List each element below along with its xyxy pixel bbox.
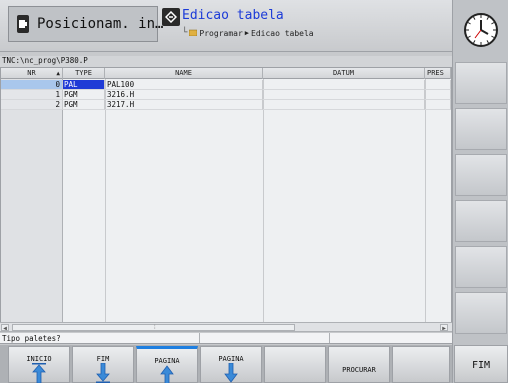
- clock-icon: [464, 13, 498, 47]
- cell-nr[interactable]: 0: [1, 80, 63, 90]
- fim-button-label: FIM: [471, 360, 491, 371]
- column-header-name[interactable]: NAME: [105, 68, 263, 79]
- cell-name[interactable]: 3217.H: [105, 100, 263, 110]
- softkey-label: PAGINA: [154, 357, 180, 365]
- prog-mode-tab[interactable]: Edicao tabela └ Programar ▶ Edicao tabel…: [162, 6, 450, 42]
- status-field: [330, 333, 452, 343]
- softkey-pagina-up[interactable]: PAGINA: [136, 346, 198, 383]
- program-mode-icon: [162, 8, 180, 26]
- grip-icon: ⁞: [153, 324, 157, 331]
- prog-mode-title: Edicao tabela: [182, 8, 284, 23]
- status-field: [200, 333, 330, 343]
- input-prompt: Tipo paletes?: [0, 333, 200, 343]
- cell-datum[interactable]: [263, 80, 425, 90]
- folder-icon: [189, 29, 198, 38]
- breadcrumb-item-programar[interactable]: Programar: [199, 29, 242, 38]
- scrollbar-thumb[interactable]: ⁞: [12, 324, 295, 331]
- cell-name[interactable]: PAL100: [105, 80, 263, 90]
- column-divider: [263, 79, 264, 322]
- scroll-right-icon[interactable]: ▶: [440, 324, 448, 332]
- softkey-empty-7[interactable]: [392, 346, 450, 383]
- status-bar: Tipo paletes?: [0, 333, 452, 344]
- cell-pres[interactable]: [425, 100, 451, 110]
- cell-type[interactable]: PGM: [63, 90, 105, 100]
- breadcrumb-separator-icon: ▶: [244, 29, 249, 37]
- machine-mode-icon: [17, 15, 29, 33]
- table-row[interactable]: 0 PAL PAL100: [1, 80, 451, 90]
- column-divider: [425, 79, 426, 322]
- right-softkey-panel: [452, 0, 508, 383]
- arrow-up-icon: [32, 363, 46, 383]
- fim-button[interactable]: FIM: [454, 345, 508, 383]
- table-row[interactable]: 2 PGM 3217.H: [1, 100, 451, 110]
- cell-pres[interactable]: [425, 80, 451, 90]
- cell-datum[interactable]: [263, 100, 425, 110]
- file-path: TNC:\nc_prog\P380.P: [0, 56, 452, 67]
- table-row[interactable]: 1 PGM 3216.H: [1, 90, 451, 100]
- softkey-procurar[interactable]: PROCURAR: [328, 346, 390, 383]
- cell-nr[interactable]: 2: [1, 100, 63, 110]
- cell-pres[interactable]: [425, 90, 451, 100]
- arrow-down-icon: [96, 363, 110, 383]
- column-header-datum[interactable]: DATUM: [263, 68, 425, 79]
- cell-datum[interactable]: [263, 90, 425, 100]
- vertical-softkey-4[interactable]: [455, 200, 507, 242]
- softkey-label: PAGINA: [218, 355, 244, 363]
- softkey-label: FIM: [96, 355, 110, 363]
- vertical-softkey-5[interactable]: [455, 246, 507, 288]
- column-divider: [105, 79, 106, 322]
- softkey-bar: INICIO FIM PAGINA PAGINA PROCURAR: [0, 345, 452, 383]
- pallet-table[interactable]: NR ▲ TYPE NAME DATUM PRES 0 PAL PAL100 1 …: [0, 67, 452, 323]
- cell-nr[interactable]: 1: [1, 90, 63, 100]
- horizontal-scrollbar[interactable]: ◀ ⁞ ▶: [0, 322, 452, 332]
- vertical-softkey-1[interactable]: [455, 62, 507, 104]
- softkey-label: INICIO: [26, 355, 52, 363]
- softkey-inicio[interactable]: INICIO: [8, 346, 70, 383]
- softkey-fim[interactable]: FIM: [72, 346, 134, 383]
- column-header-pres[interactable]: PRES: [425, 68, 451, 79]
- softkey-label: PROCURAR: [342, 366, 376, 374]
- header-bar: Posicionam. in… Edicao tabela └ Programa…: [0, 0, 452, 52]
- tree-branch-icon: └: [182, 28, 188, 38]
- scroll-left-icon[interactable]: ◀: [1, 324, 9, 332]
- breadcrumb-item-edicao[interactable]: Edicao tabela: [251, 29, 314, 38]
- cell-name[interactable]: 3216.H: [105, 90, 263, 100]
- vertical-softkey-6[interactable]: [455, 292, 507, 334]
- sort-ascending-icon: ▲: [56, 70, 60, 77]
- cell-type[interactable]: PAL: [63, 80, 105, 90]
- softkey-pagina-down[interactable]: PAGINA: [200, 346, 262, 383]
- table-header-row: NR ▲ TYPE NAME DATUM PRES: [1, 68, 451, 79]
- breadcrumb: └ Programar ▶ Edicao tabela: [182, 28, 314, 38]
- exec-mode-label: Posicionam. in…: [37, 16, 164, 32]
- tnc-screen: Posicionam. in… Edicao tabela └ Programa…: [0, 0, 508, 383]
- vertical-softkey-2[interactable]: [455, 108, 507, 150]
- exec-mode-tab[interactable]: Posicionam. in…: [8, 6, 163, 42]
- column-header-nr[interactable]: NR ▲: [1, 68, 63, 79]
- arrow-down-icon: [224, 363, 238, 383]
- row-number-column: [1, 79, 63, 322]
- cell-type[interactable]: PGM: [63, 100, 105, 110]
- softkey-empty-5[interactable]: [264, 346, 326, 383]
- arrow-up-icon: [160, 365, 174, 383]
- column-header-type[interactable]: TYPE: [63, 68, 105, 79]
- vertical-softkey-3[interactable]: [455, 154, 507, 196]
